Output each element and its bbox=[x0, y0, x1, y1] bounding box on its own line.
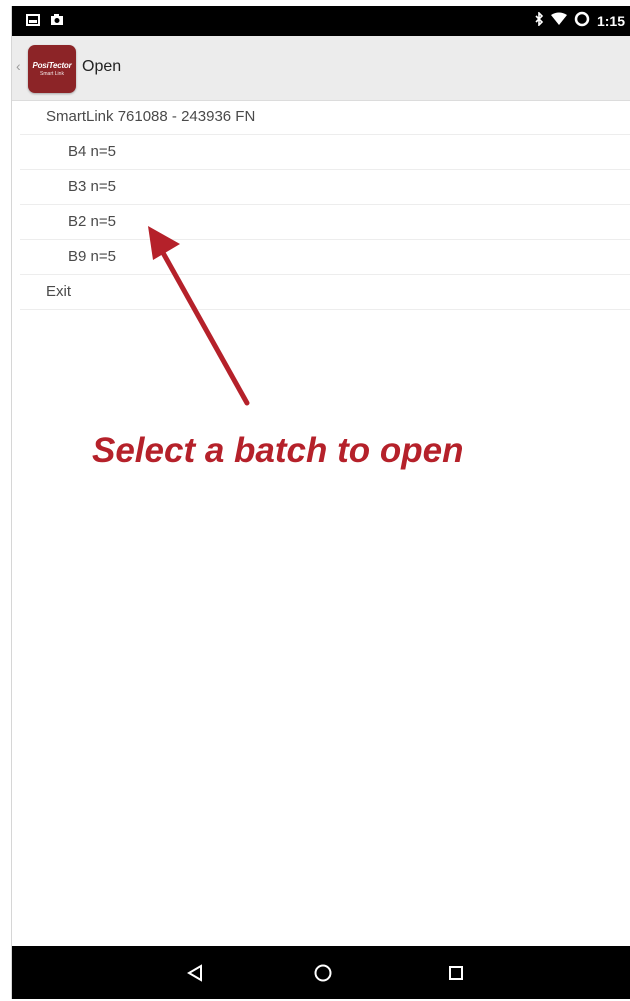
back-icon[interactable] bbox=[182, 960, 208, 986]
annotation-arrow bbox=[148, 226, 250, 406]
device-screen: 1:15 ‹ PosiTector Smart Link Open SmartL… bbox=[11, 6, 630, 999]
annotation-text: Select a batch to open bbox=[92, 431, 464, 470]
home-icon[interactable] bbox=[310, 960, 336, 986]
recents-icon[interactable] bbox=[443, 960, 469, 986]
nav-bar bbox=[12, 946, 630, 999]
